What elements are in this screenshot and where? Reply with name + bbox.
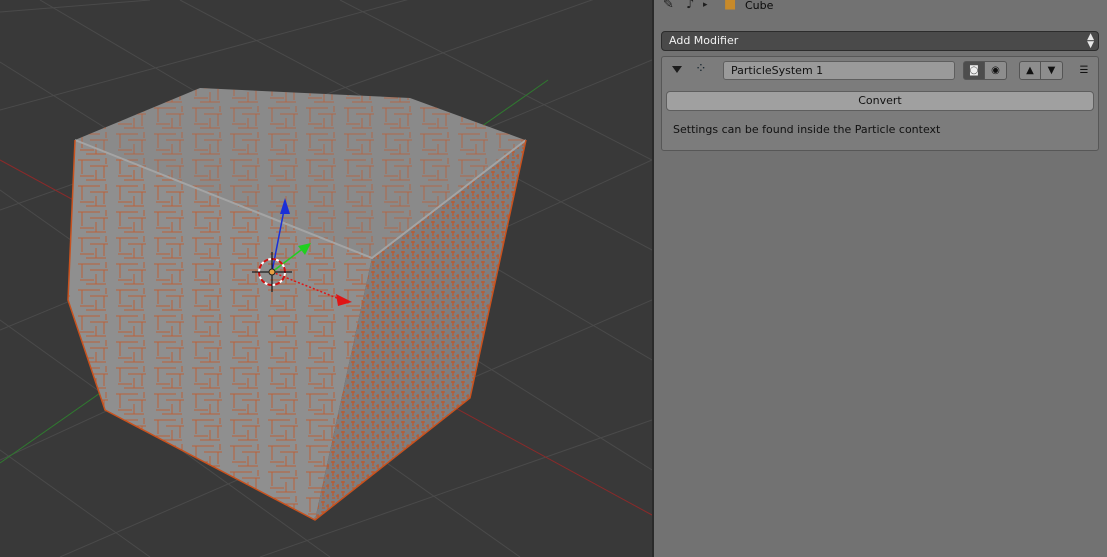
- info-text: Settings can be found inside the Particl…: [673, 123, 941, 136]
- viewport-canvas[interactable]: [0, 0, 652, 557]
- options-icon[interactable]: ☰: [1074, 61, 1094, 80]
- menu-arrows-icon: ▲ ▼: [1087, 32, 1094, 50]
- collapse-triangle-icon[interactable]: [672, 66, 682, 73]
- convert-button[interactable]: Convert: [666, 91, 1094, 111]
- modifier-header: ⁘ ParticleSystem 1 ◙ ◉ ▲ ▼ ☰: [662, 57, 1098, 85]
- panel-options: ☰: [1074, 61, 1094, 80]
- move-up-icon[interactable]: ▲: [1019, 61, 1041, 80]
- 3d-viewport[interactable]: [0, 0, 652, 557]
- viewport-toggle-eye-icon[interactable]: ◉: [985, 61, 1007, 80]
- modifier-name-field[interactable]: ParticleSystem 1: [723, 61, 955, 80]
- object-origin: [268, 268, 276, 276]
- pin-icon[interactable]: ✎: [663, 0, 674, 12]
- visibility-buttons: ◙ ◉: [963, 61, 1007, 80]
- move-down-icon[interactable]: ▼: [1041, 61, 1063, 80]
- order-buttons: ▲ ▼: [1019, 61, 1063, 80]
- object-name: Cube: [745, 0, 774, 12]
- cube-icon: ■: [724, 0, 737, 12]
- breadcrumb-separator: ▸: [703, 0, 708, 10]
- particle-system-modifier: ⁘ ParticleSystem 1 ◙ ◉ ▲ ▼ ☰ Convert Set…: [661, 56, 1099, 151]
- add-modifier-label: Add Modifier: [669, 34, 739, 47]
- properties-editor: ✎ ♪ ▸ ■ Cube Add Modifier ▲ ▼ ⁘ ParticleS…: [654, 0, 1107, 557]
- render-toggle-camera-icon[interactable]: ◙: [963, 61, 985, 80]
- object-data-icon[interactable]: ♪: [686, 0, 694, 12]
- context-breadcrumb: ✎ ♪ ▸ ■ Cube: [654, 0, 1107, 14]
- add-modifier-menu[interactable]: Add Modifier ▲ ▼: [661, 31, 1099, 51]
- particles-icon: ⁘: [695, 61, 707, 77]
